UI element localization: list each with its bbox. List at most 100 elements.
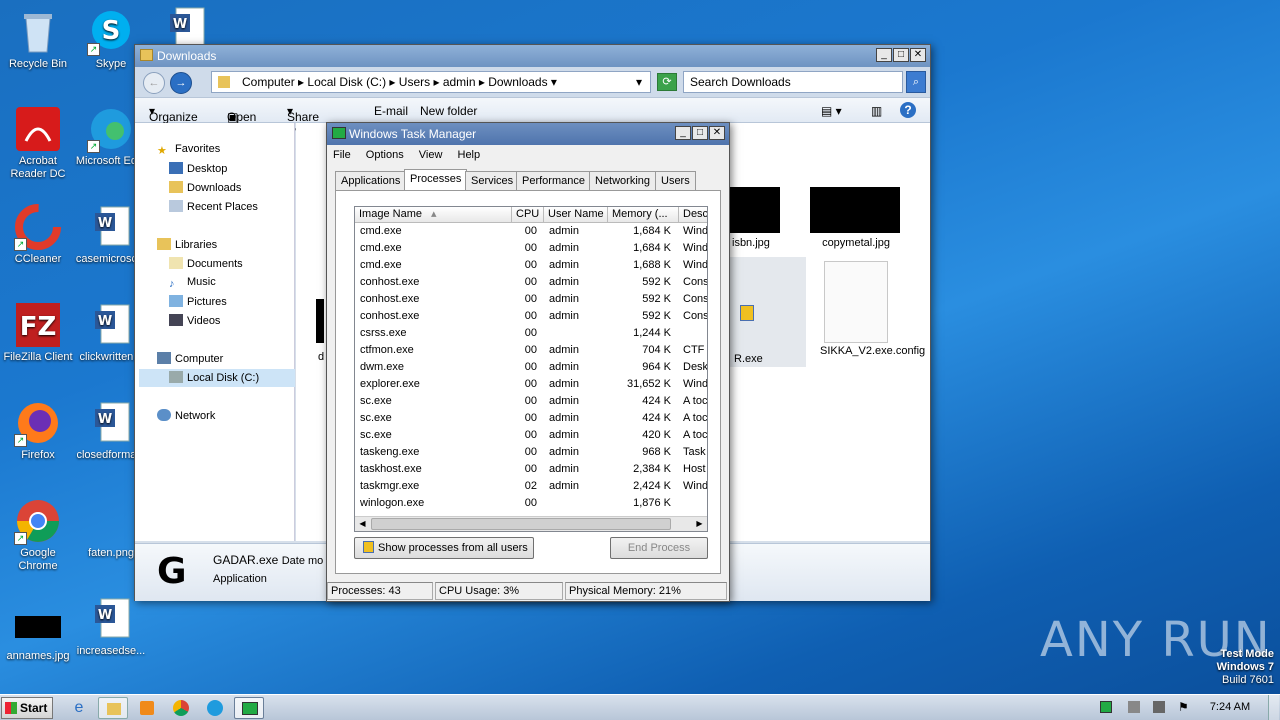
process-row[interactable]: winlogon.exe 00 1,876 K [355, 495, 705, 512]
back-button[interactable]: ← [143, 72, 165, 94]
close-button[interactable]: ✕ [709, 126, 725, 140]
maximize-button[interactable]: □ [893, 48, 909, 62]
tray-network-icon[interactable] [1100, 701, 1112, 713]
menu-view[interactable]: View [419, 149, 443, 161]
close-button[interactable]: ✕ [910, 48, 926, 62]
organize-button[interactable]: Organize ▾ [149, 104, 198, 124]
tab-users[interactable]: Users [655, 171, 696, 191]
column-cpu[interactable]: CPU [512, 207, 544, 223]
process-list[interactable]: Image Name ▴ CPU User Name Memory (... D… [354, 206, 708, 532]
nav-documents[interactable]: Documents [169, 257, 243, 270]
process-row[interactable]: cmd.exe 00 admin 1,688 K Wind [355, 257, 707, 274]
column-image-name[interactable]: Image Name ▴ [355, 207, 512, 223]
search-input[interactable]: Search Downloads [683, 71, 903, 93]
process-row[interactable]: explorer.exe 00 admin 31,652 K Wind [355, 376, 707, 393]
nav-desktop[interactable]: Desktop [169, 162, 227, 175]
file-item-gadar-exe[interactable]: R.exe [726, 257, 806, 367]
breadcrumb-item[interactable]: Computer [242, 75, 295, 89]
task-manager-window[interactable]: Windows Task Manager _ □ ✕ File Options … [326, 122, 730, 602]
nav-pictures[interactable]: Pictures [169, 295, 227, 308]
breadcrumb-item[interactable]: Downloads [488, 75, 547, 89]
end-process-button[interactable]: End Process [610, 537, 708, 559]
desktop-icon-chrome[interactable]: ↗ Google Chrome [0, 497, 76, 573]
explorer-titlebar[interactable]: Downloads _ □ ✕ [135, 45, 930, 67]
process-row[interactable]: dwm.exe 00 admin 964 K Desk [355, 359, 707, 376]
desktop-icon-word-increasedse[interactable]: W increasedse... [73, 595, 149, 658]
horizontal-scrollbar[interactable]: ◀ ▶ [355, 516, 707, 531]
clock[interactable]: 7:24 AM [1200, 701, 1260, 713]
desktop-icon-annames-jpg[interactable]: annames.jpg [0, 600, 76, 663]
nav-videos[interactable]: Videos [169, 314, 220, 327]
file-item-isbn[interactable]: isbn.jpg [726, 187, 806, 257]
tab-processes[interactable]: Processes [404, 169, 468, 191]
breadcrumb-item[interactable]: Local Disk (C:) [307, 75, 386, 89]
forward-button[interactable]: → [170, 72, 192, 94]
nav-local-disk[interactable]: Local Disk (C:) [139, 369, 295, 387]
nav-network[interactable]: Network [157, 409, 215, 422]
tray-flag-icon[interactable]: ⚑ [1178, 700, 1189, 714]
process-row[interactable]: sc.exe 00 admin 424 K A toc [355, 410, 707, 427]
email-button[interactable]: E-mail [374, 104, 408, 118]
minimize-button[interactable]: _ [675, 126, 691, 140]
show-desktop-button[interactable] [1268, 695, 1279, 720]
help-icon[interactable]: ? [900, 102, 916, 118]
column-memory[interactable]: Memory (... [608, 207, 679, 223]
menu-file[interactable]: File [333, 149, 351, 161]
search-icon[interactable]: ⌕ [906, 71, 926, 93]
process-row[interactable]: conhost.exe 00 admin 592 K Cons [355, 274, 707, 291]
process-row[interactable]: cmd.exe 00 admin 1,684 K Wind [355, 240, 707, 257]
process-row[interactable]: ctfmon.exe 00 admin 704 K CTF I [355, 342, 707, 359]
preview-pane-icon[interactable]: ▥ [871, 104, 882, 118]
process-row[interactable]: taskeng.exe 00 admin 968 K Task [355, 444, 706, 461]
tray-volume-icon[interactable] [1153, 701, 1165, 713]
process-row[interactable]: conhost.exe 00 admin 592 K Cons [355, 291, 707, 308]
maximize-button[interactable]: □ [692, 126, 708, 140]
chrome-taskbar-icon[interactable] [166, 697, 196, 719]
menu-help[interactable]: Help [458, 149, 481, 161]
column-user-name[interactable]: User Name [544, 207, 608, 223]
tab-performance[interactable]: Performance [516, 171, 591, 191]
nav-downloads[interactable]: Downloads [169, 181, 241, 194]
new-folder-button[interactable]: New folder [420, 104, 477, 118]
scroll-left-arrow[interactable]: ◀ [355, 517, 370, 531]
process-row[interactable]: csrss.exe 00 1,244 K [355, 325, 705, 342]
tab-services[interactable]: Services [465, 171, 520, 191]
scroll-right-arrow[interactable]: ▶ [692, 517, 707, 531]
menu-options[interactable]: Options [366, 149, 404, 161]
desktop-icon-ccleaner[interactable]: ↗ CCleaner [0, 203, 76, 266]
file-thumbnail-partial[interactable] [316, 299, 324, 343]
internet-explorer-taskbar-icon[interactable]: e [64, 697, 94, 719]
desktop-icon-recycle-bin[interactable]: Recycle Bin [0, 8, 76, 71]
nav-computer[interactable]: Computer [157, 352, 223, 365]
desktop-icon-firefox[interactable]: ↗ Firefox [0, 399, 76, 462]
edge-taskbar-icon[interactable] [200, 697, 230, 719]
process-row[interactable]: sc.exe 00 admin 420 K A toc [355, 427, 707, 444]
start-button[interactable]: Start [1, 697, 53, 719]
desktop-icon-acrobat[interactable]: Acrobat Reader DC [0, 105, 76, 181]
process-row[interactable]: conhost.exe 00 admin 592 K Cons [355, 308, 707, 325]
process-row[interactable]: cmd.exe 00 admin 1,684 K Wind [355, 223, 707, 240]
breadcrumb-item[interactable]: admin [443, 75, 476, 89]
share-with-button[interactable]: Share with ▾ [287, 104, 319, 138]
show-all-processes-button[interactable]: Show processes from all users [354, 537, 534, 559]
refresh-button[interactable]: ⟳ [657, 73, 677, 91]
nav-libraries[interactable]: Libraries [157, 238, 217, 251]
file-item-copymetal[interactable]: copymetal.jpg [806, 187, 906, 257]
process-row[interactable]: taskhost.exe 00 admin 2,384 K Host [355, 461, 706, 478]
nav-recent-places[interactable]: Recent Places [169, 200, 258, 213]
tab-applications[interactable]: Applications [335, 171, 407, 191]
column-description[interactable]: Desc [679, 207, 707, 223]
nav-favorites[interactable]: ★ Favorites [157, 143, 220, 157]
tray-safely-remove-icon[interactable] [1128, 701, 1140, 713]
address-dropdown-icon[interactable]: ▾ [636, 72, 642, 92]
process-row[interactable]: sc.exe 00 admin 424 K A toc [355, 393, 707, 410]
scroll-thumb[interactable] [371, 518, 671, 530]
view-options-icon[interactable]: ▤ ▾ [821, 104, 842, 118]
task-manager-titlebar[interactable]: Windows Task Manager _ □ ✕ [327, 123, 729, 145]
desktop-icon-filezilla[interactable]: FZ FileZilla Client [0, 301, 76, 364]
explorer-taskbar-icon[interactable] [98, 697, 128, 719]
address-bar[interactable]: Computer ▸ Local Disk (C:) ▸ Users ▸ adm… [211, 71, 651, 93]
breadcrumb-item[interactable]: Users [399, 75, 430, 89]
process-row[interactable]: taskmgr.exe 02 admin 2,424 K Wind [355, 478, 707, 495]
minimize-button[interactable]: _ [876, 48, 892, 62]
